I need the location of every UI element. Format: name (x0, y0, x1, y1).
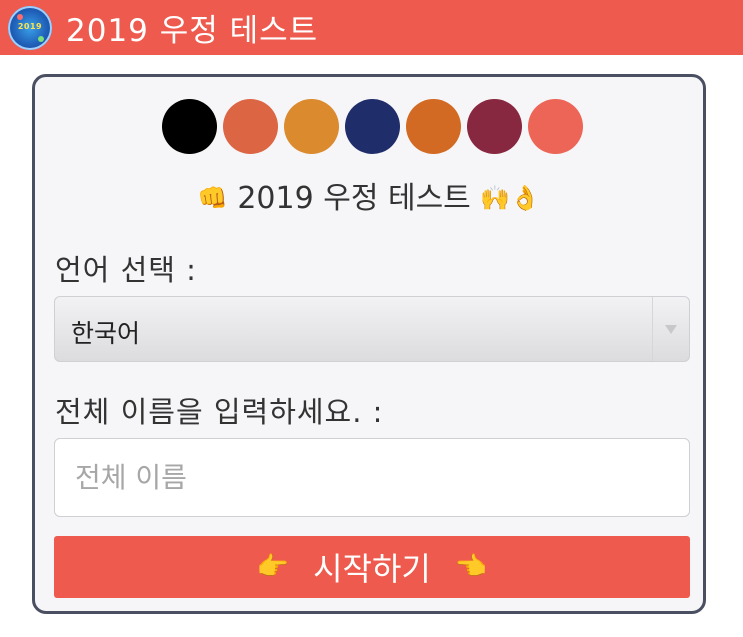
app-title: 2019 우정 테스트 (66, 13, 319, 49)
language-select-toggle[interactable] (652, 297, 689, 361)
color-swatch-terracotta[interactable] (223, 99, 278, 154)
color-swatch-orange[interactable] (284, 99, 339, 154)
logo-text: 2019 (17, 21, 43, 31)
name-label: 전체 이름을 입력하세요. : (55, 395, 384, 429)
chevron-down-icon (665, 324, 677, 334)
language-select[interactable]: 한국어 (54, 296, 690, 362)
quiz-card: 👊 2019 우정 테스트 🙌👌 언어 선택 : 한국어 전체 이름을 입력하세… (32, 74, 706, 614)
top-bar: 2019 2019 우정 테스트 (0, 0, 743, 55)
hands-ok-icon: 🙌👌 (480, 184, 541, 212)
color-swatch-burnt-orange[interactable] (406, 99, 461, 154)
fist-icon: 👊 (197, 184, 228, 212)
logo-dot-green (38, 35, 44, 42)
color-swatch-black[interactable] (162, 99, 217, 154)
language-label: 언어 선택 : (55, 253, 197, 287)
start-button[interactable]: 👉 시작하기 👈 (54, 536, 690, 598)
full-name-input[interactable] (54, 438, 690, 517)
pointing-right-icon: 👉 (256, 552, 290, 582)
pointing-left-icon: 👈 (454, 552, 488, 582)
language-select-value: 한국어 (71, 319, 141, 348)
color-swatch-navy[interactable] (345, 99, 400, 154)
start-button-label: 시작하기 (313, 550, 431, 588)
quiz-subtitle: 👊 2019 우정 테스트 🙌👌 (35, 173, 703, 217)
logo-dot-red (17, 13, 23, 20)
color-swatch-salmon[interactable] (528, 99, 583, 154)
color-swatch-maroon[interactable] (467, 99, 522, 154)
color-swatches (162, 99, 583, 154)
app-logo-icon: 2019 (8, 5, 52, 50)
subtitle-text: 2019 우정 테스트 (237, 181, 471, 216)
